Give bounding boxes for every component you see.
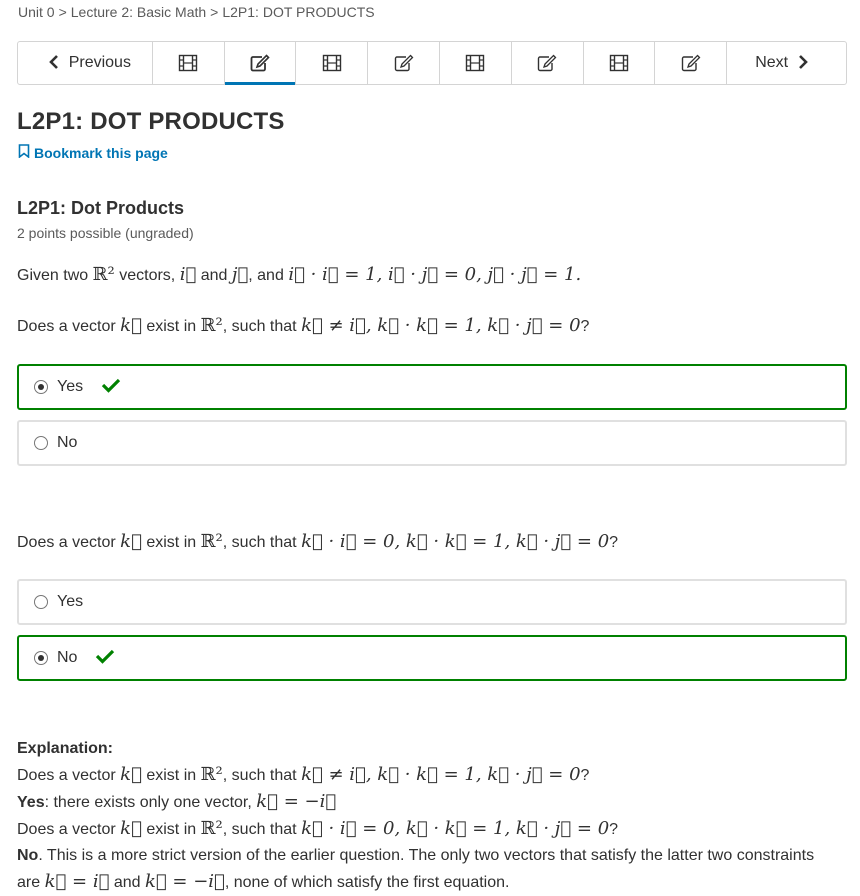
- intro-i: i⃗: [179, 264, 197, 285]
- intro-prefix: Given two: [17, 267, 89, 284]
- q1-k: k⃗: [120, 315, 142, 336]
- intro-and2: , and: [248, 267, 284, 284]
- breadcrumb-separator: >: [58, 4, 67, 20]
- next-label: Next: [755, 54, 789, 71]
- intro-vectors: vectors,: [119, 267, 176, 284]
- intro-and: and: [200, 267, 228, 284]
- q1-qmark: ?: [580, 318, 590, 335]
- video-icon: [609, 54, 629, 72]
- sequence-nav: Previous Next: [17, 41, 847, 85]
- breadcrumb: Unit 0 > Lecture 2: Basic Math > L2P1: DOT P…: [18, 4, 375, 20]
- q2-r2: ℝ²: [200, 531, 223, 552]
- q2-exist: exist in: [146, 534, 197, 551]
- seq-item-7[interactable]: [584, 42, 656, 84]
- check-icon: [83, 377, 121, 398]
- q1-condition: k⃗ ≠ i⃗, k⃗ · k⃗ = 1, k⃗ · j⃗ = 0: [301, 315, 581, 336]
- video-icon: [322, 54, 342, 72]
- intro-r2: ℝ²: [92, 264, 115, 285]
- video-icon: [465, 54, 485, 72]
- chevron-left-icon: [48, 53, 59, 74]
- q2-choice-no[interactable]: No: [17, 635, 847, 681]
- problem-title: L2P1: Dot Products: [17, 198, 185, 218]
- q1-r2: ℝ²: [200, 315, 223, 336]
- chevron-right-icon: [798, 53, 808, 74]
- seq-item-3[interactable]: [296, 42, 369, 84]
- choice-label: No: [57, 649, 78, 666]
- radio-button[interactable]: [34, 380, 48, 394]
- breadcrumb-item-lecture[interactable]: Lecture 2: Basic Math: [71, 4, 206, 20]
- explanation: Explanation: Does a vector k⃗ exist in ℝ…: [17, 736, 827, 896]
- explanation-heading: Explanation:: [17, 740, 114, 757]
- q1-such: , such that: [222, 318, 297, 335]
- radio-button[interactable]: [34, 651, 48, 665]
- points-possible: 2 points possible (ungraded): [17, 225, 194, 241]
- explanation-line-3: Does a vector k⃗ exist in ℝ², such that …: [17, 818, 619, 839]
- seq-item-6[interactable]: [512, 42, 584, 84]
- video-icon: [178, 54, 198, 72]
- intro-equation: i⃗ · i⃗ = 1, i⃗ · j⃗ = 0, j⃗ · j⃗ = 1.: [288, 264, 582, 285]
- choice-label: Yes: [57, 593, 84, 610]
- seq-item-4[interactable]: [368, 42, 440, 84]
- breadcrumb-item-unit[interactable]: Unit 0: [18, 4, 55, 20]
- seq-item-8[interactable]: [655, 42, 728, 84]
- breadcrumb-separator: >: [210, 4, 219, 20]
- choice-label: No: [57, 434, 78, 451]
- radio-button[interactable]: [34, 595, 48, 609]
- seq-item-5[interactable]: [440, 42, 512, 84]
- seq-item-1[interactable]: [153, 42, 225, 84]
- problem-edit-icon: [681, 54, 701, 72]
- q2-choice-yes[interactable]: Yes: [17, 579, 847, 625]
- problem-edit-icon: [394, 54, 414, 72]
- question-2-text: Does a vector k⃗ exist in ℝ², such that …: [17, 531, 618, 552]
- q1-choice-no[interactable]: No: [17, 420, 847, 466]
- radio-button[interactable]: [34, 436, 48, 450]
- q2-qmark: ?: [609, 534, 619, 551]
- q2-such: , such that: [222, 534, 297, 551]
- q1-choice-yes[interactable]: Yes: [17, 364, 847, 410]
- previous-label: Previous: [68, 54, 131, 71]
- next-button[interactable]: Next: [727, 42, 846, 84]
- explanation-line-1: Does a vector k⃗ exist in ℝ², such that …: [17, 764, 590, 785]
- problem-edit-icon: [537, 54, 557, 72]
- q1-prefix: Does a vector: [17, 318, 116, 335]
- bookmark-button[interactable]: Bookmark this page: [18, 144, 168, 161]
- question-1-text: Does a vector k⃗ exist in ℝ², such that …: [17, 315, 589, 336]
- problem-edit-icon: [250, 54, 270, 72]
- q2-k: k⃗: [120, 531, 142, 552]
- q2-prefix: Does a vector: [17, 534, 116, 551]
- check-icon: [77, 648, 115, 669]
- intro-j: j⃗: [231, 264, 249, 285]
- breadcrumb-item-current: L2P1: DOT PRODUCTS: [222, 4, 375, 20]
- page: Unit 0 > Lecture 2: Basic Math > L2P1: DOT P…: [0, 0, 860, 896]
- previous-button[interactable]: Previous: [18, 42, 153, 84]
- q1-exist: exist in: [146, 318, 197, 335]
- explanation-line-4: No. This is a more strict version of the…: [17, 847, 815, 892]
- bookmark-icon: [18, 144, 34, 161]
- explanation-line-2: Yes: there exists only one vector, k⃗ = …: [17, 791, 337, 812]
- bookmark-label: Bookmark this page: [34, 144, 168, 161]
- seq-item-2[interactable]: [224, 42, 297, 85]
- choice-label: Yes: [57, 378, 84, 395]
- problem-intro: Given two ℝ² vectors, i⃗ and j⃗, and i⃗ …: [17, 264, 581, 285]
- page-title: L2P1: DOT PRODUCTS: [17, 108, 285, 135]
- q2-condition: k⃗ · i⃗ = 0, k⃗ · k⃗ = 1, k⃗ · j⃗ = 0: [301, 531, 610, 552]
